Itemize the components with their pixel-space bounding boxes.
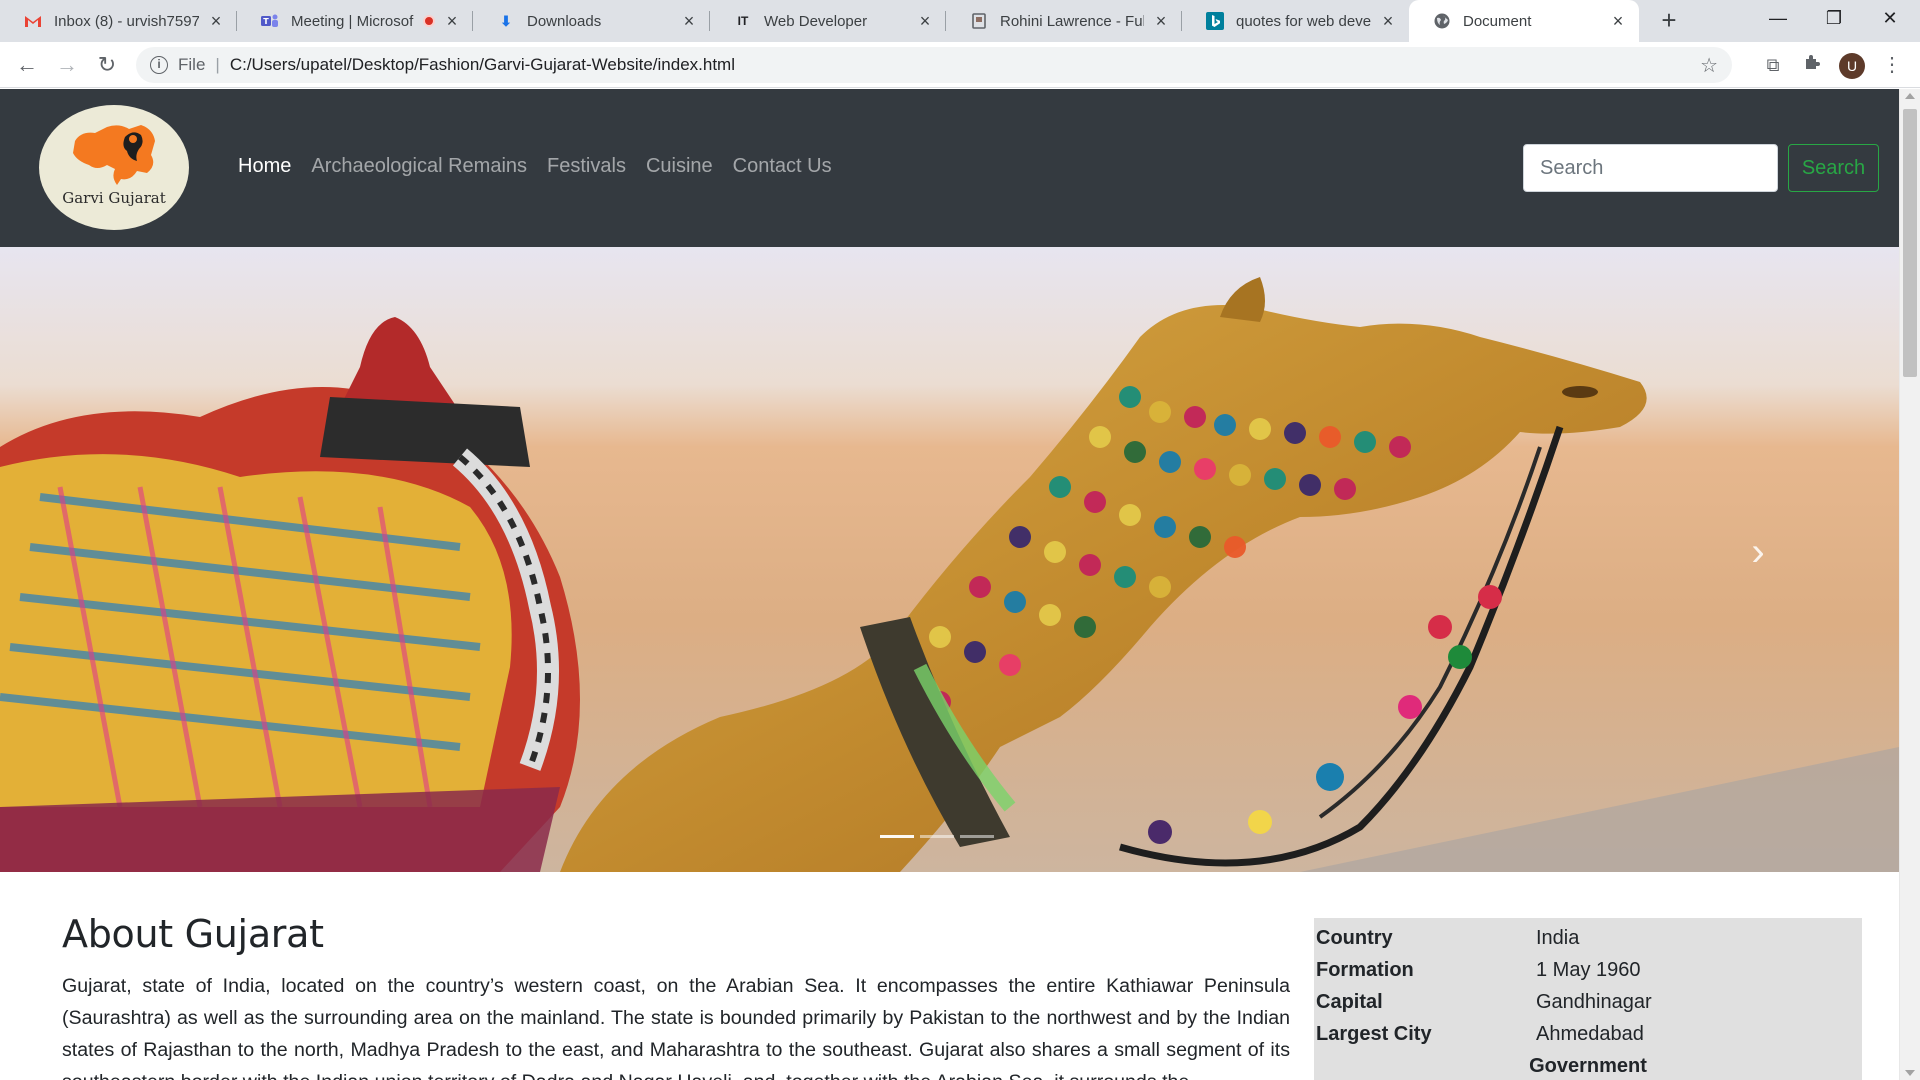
facts-infobox: Country India Formation 1 May 1960 Capit… [1314,918,1862,1080]
facts-table: Country India Formation 1 May 1960 Capit… [1314,922,1862,1080]
main-menu: Home Archaeological Remains Festivals Cu… [238,155,832,178]
extensions-puzzle-icon[interactable] [1799,52,1825,78]
carousel-indicator[interactable] [920,835,954,838]
hero-carousel: › [0,247,1899,872]
fact-key: Largest City [1316,1022,1432,1045]
tab-title: Web Developer [764,12,868,30]
nav-festivals[interactable]: Festivals [547,155,626,178]
close-icon[interactable]: × [1609,12,1627,30]
browser-tab[interactable]: IT Web Developer × [710,0,946,42]
browser-tab[interactable]: quotes for web develop × [1182,0,1409,42]
site-search-button[interactable]: Search [1788,144,1879,192]
info-icon[interactable]: i [150,56,168,74]
nav-contact-us[interactable]: Contact Us [733,155,832,178]
fact-value: Ahmedabad [1536,1022,1644,1045]
restore-button[interactable]: ❐ [1806,0,1862,36]
fact-key: Country [1316,926,1393,949]
minimize-button[interactable]: — [1750,0,1806,36]
gmail-icon [24,12,42,30]
bing-icon [1206,12,1224,30]
page-viewport: Garvi Gujarat Home Archaeological Remain… [0,89,1899,1080]
scroll-up-arrow-icon[interactable] [1905,93,1915,99]
tab-title: Meeting | Microsof [291,12,414,30]
nav-archaeological-remains[interactable]: Archaeological Remains [311,155,527,178]
table-row: Country India [1314,922,1862,954]
site-navbar: Garvi Gujarat Home Archaeological Remain… [0,89,1899,247]
fact-value: India [1536,926,1580,949]
browser-tab[interactable]: T Meeting | Microsof × [237,0,473,42]
browser-tab[interactable]: Rohini Lawrence - Full S × [946,0,1182,42]
table-row: Government [1314,1050,1862,1080]
close-icon[interactable]: × [916,12,934,30]
forward-arrow-icon[interactable]: → [51,49,83,81]
about-section: About Gujarat Gujarat, state of India, l… [62,912,1290,1080]
fact-value: Gandhinagar [1536,990,1652,1013]
browser-toolbar: ← → ↻ i File | C:/Users/upatel/Desktop/F… [0,42,1920,88]
close-icon[interactable]: × [443,12,461,30]
camel-hero-image [0,247,1899,872]
url-scheme: File [178,55,206,74]
site-search-input[interactable] [1523,144,1778,192]
teams-icon: T [261,12,279,30]
tab-title: Rohini Lawrence - Full S [1000,12,1144,30]
bookmark-star-icon[interactable]: ☆ [1700,53,1718,78]
garvi-gujarat-logo[interactable]: Garvi Gujarat [39,105,189,230]
carousel-indicator[interactable] [960,835,994,838]
nav-cuisine[interactable]: Cuisine [646,155,713,178]
scroll-down-arrow-icon[interactable] [1905,1070,1915,1076]
scrollbar-thumb[interactable] [1903,109,1917,377]
nav-home[interactable]: Home [238,155,291,178]
document-icon [970,12,988,30]
globe-icon [1433,12,1451,30]
new-tab-button[interactable]: + [1653,5,1685,37]
menu-kebab-icon[interactable]: ⋮ [1882,52,1902,78]
table-row: Capital Gandhinagar [1314,986,1862,1018]
fact-key: Capital [1316,990,1383,1013]
browser-tab[interactable]: Inbox (8) - urvish7597@ × [0,0,237,42]
back-arrow-icon[interactable]: ← [11,49,43,81]
logo-text: Garvi Gujarat [62,189,166,207]
svg-text:T: T [263,17,269,26]
gujarat-map-icon [73,125,155,185]
close-icon[interactable]: × [207,12,225,30]
window-close-button[interactable]: ✕ [1862,0,1918,36]
about-title: About Gujarat [62,912,324,956]
fact-key: Formation [1316,958,1414,981]
table-row: Largest City Ahmedabad [1314,1018,1862,1050]
facts-section-heading: Government [1529,1054,1647,1077]
fact-value: 1 May 1960 [1536,958,1641,981]
browser-tab[interactable]: ⬇ Downloads × [473,0,710,42]
table-row: Formation 1 May 1960 [1314,954,1862,986]
tab-title: quotes for web develop [1236,12,1371,30]
translate-extension-icon[interactable]: ⧉ [1760,52,1786,78]
page-scrollbar[interactable] [1899,89,1920,1080]
browser-tab-strip: Inbox (8) - urvish7597@ × T Meeting | Mi… [0,0,1920,42]
carousel-next-chevron-icon[interactable]: › [1740,522,1776,582]
address-bar[interactable]: i File | C:/Users/upatel/Desktop/Fashion… [136,47,1732,83]
close-icon[interactable]: × [1379,12,1397,30]
recording-icon [423,15,435,27]
carousel-indicator[interactable] [880,835,914,838]
reload-icon[interactable]: ↻ [91,49,123,81]
profile-avatar[interactable]: U [1839,53,1865,79]
carousel-indicators [880,835,994,838]
about-text: Gujarat, state of India, located on the … [62,975,1290,1080]
it-icon: IT [737,14,749,28]
close-icon[interactable]: × [680,12,698,30]
download-icon: ⬇ [500,12,512,29]
tab-title: Downloads [527,12,602,30]
close-icon[interactable]: × [1152,12,1170,30]
tab-title: Document [1463,12,1532,30]
tab-title: Inbox (8) - urvish7597@ [54,12,199,30]
url-text: C:/Users/upatel/Desktop/Fashion/Garvi-Gu… [229,55,735,74]
browser-tab-active[interactable]: Document × [1409,0,1639,42]
